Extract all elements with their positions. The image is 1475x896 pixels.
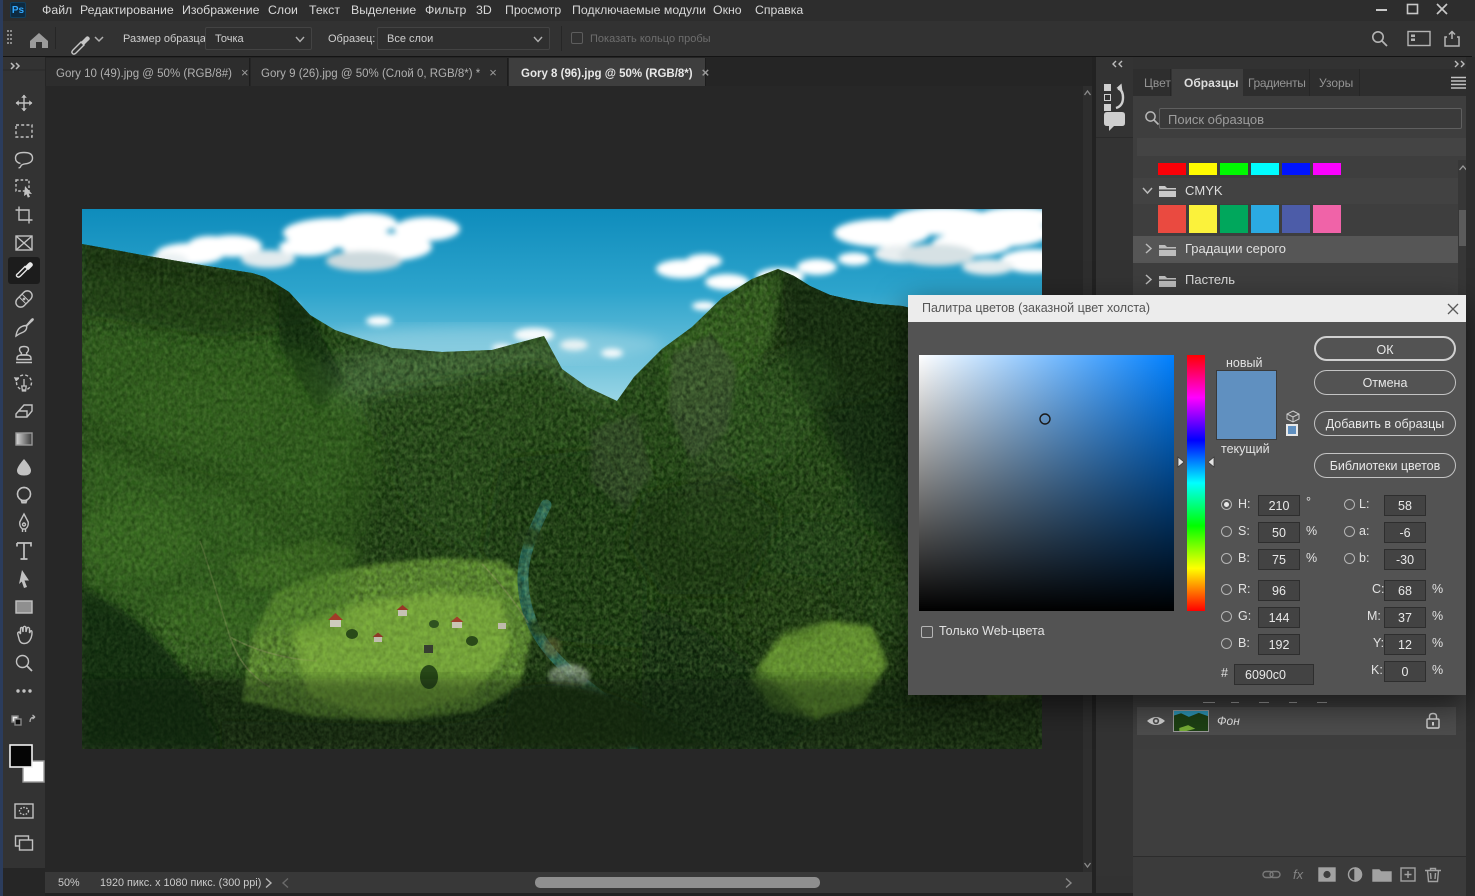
svg-text:fx: fx (1293, 867, 1304, 882)
